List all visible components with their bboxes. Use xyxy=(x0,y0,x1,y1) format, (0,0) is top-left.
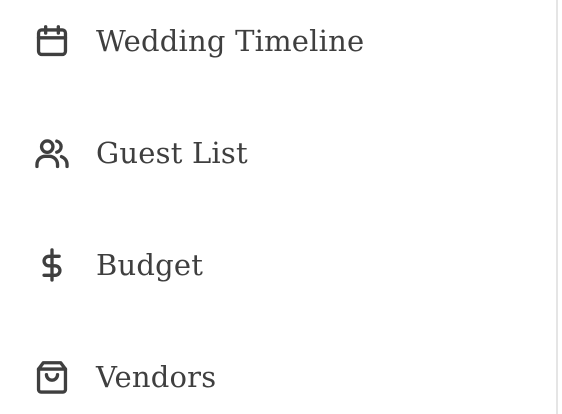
sidebar-item-label: Guest List xyxy=(96,136,248,170)
sidebar-item-guest-list[interactable]: Guest List xyxy=(0,118,540,188)
users-icon xyxy=(33,134,71,172)
sidebar-item-wedding-timeline[interactable]: Wedding Timeline xyxy=(0,6,540,76)
sidebar-item-label: Budget xyxy=(96,248,204,282)
shopping-bag-icon xyxy=(33,358,71,396)
sidebar-item-label: Wedding Timeline xyxy=(96,24,365,58)
sidebar-item-vendors[interactable]: Vendors xyxy=(0,342,540,412)
sidebar-divider xyxy=(556,0,558,414)
calendar-icon xyxy=(33,22,71,60)
dollar-icon xyxy=(33,246,71,284)
sidebar-item-budget[interactable]: Budget xyxy=(0,230,540,300)
sidebar-item-label: Vendors xyxy=(96,360,217,394)
sidebar-nav: Wedding Timeline Guest List Budget Vendo… xyxy=(0,0,562,414)
